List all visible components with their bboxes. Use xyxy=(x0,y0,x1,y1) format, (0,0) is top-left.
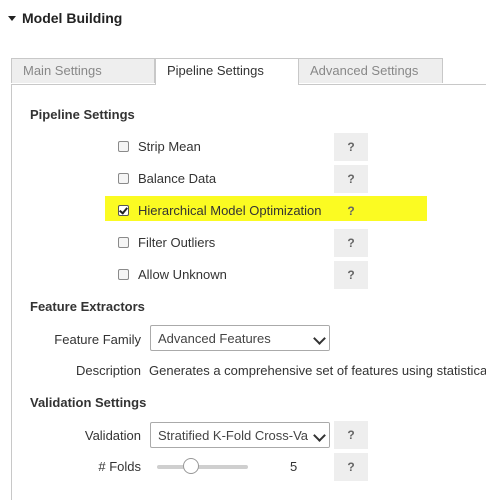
section-title: Model Building xyxy=(22,10,123,26)
tab-main-settings[interactable]: Main Settings xyxy=(11,58,155,83)
panel-border xyxy=(11,84,12,500)
filter-outliers-help-button[interactable]: ? xyxy=(334,229,368,257)
hierarchical-help-button[interactable]: ? xyxy=(334,197,368,225)
feature-family-label: Feature Family xyxy=(54,332,141,347)
feature-family-select[interactable]: Advanced Features xyxy=(150,325,330,351)
tab-advanced-settings[interactable]: Advanced Settings xyxy=(298,58,443,83)
folds-slider-thumb[interactable] xyxy=(183,458,199,474)
strip-mean-help-button[interactable]: ? xyxy=(334,133,368,161)
folds-slider-track[interactable] xyxy=(157,465,248,469)
folds-help-button[interactable]: ? xyxy=(334,453,368,481)
allow-unknown-help-button[interactable]: ? xyxy=(334,261,368,289)
validation-value: Stratified K-Fold Cross-Va xyxy=(158,427,309,443)
option-filter-outliers[interactable]: Filter Outliers xyxy=(118,232,215,252)
caret-down-icon[interactable] xyxy=(8,16,16,21)
option-label: Strip Mean xyxy=(138,138,201,154)
validation-label: Validation xyxy=(84,428,141,443)
model-building-header[interactable]: Model Building xyxy=(8,10,122,26)
folds-value: 5 xyxy=(290,459,298,474)
feature-family-value: Advanced Features xyxy=(158,330,271,346)
option-strip-mean[interactable]: Strip Mean xyxy=(118,136,201,156)
strip-mean-checkbox[interactable] xyxy=(118,140,129,152)
filter-outliers-checkbox[interactable] xyxy=(118,236,129,248)
option-balance-data[interactable]: Balance Data xyxy=(118,168,216,188)
balance-data-checkbox[interactable] xyxy=(118,172,129,184)
validation-help-button[interactable]: ? xyxy=(334,421,368,449)
validation-settings-title: Validation Settings xyxy=(30,395,147,410)
tab-pipeline-settings[interactable]: Pipeline Settings xyxy=(155,58,299,85)
description-text: Generates a comprehensive set of feature… xyxy=(149,363,486,378)
option-label: Balance Data xyxy=(138,170,217,186)
description-label: Description xyxy=(75,363,141,378)
folds-label: # Folds xyxy=(98,459,141,474)
option-hierarchical-model-optimization[interactable]: Hierarchical Model Optimization xyxy=(118,200,322,220)
option-allow-unknown[interactable]: Allow Unknown xyxy=(118,264,227,284)
pipeline-settings-title: Pipeline Settings xyxy=(30,107,135,122)
settings-tabs: Main Settings Pipeline Settings Advanced… xyxy=(11,58,486,85)
balance-data-help-button[interactable]: ? xyxy=(334,165,368,193)
feature-extractors-title: Feature Extractors xyxy=(30,299,145,314)
validation-select[interactable]: Stratified K-Fold Cross-Va xyxy=(150,422,330,448)
allow-unknown-checkbox[interactable] xyxy=(118,268,129,280)
option-label: Allow Unknown xyxy=(138,266,227,282)
hierarchical-model-optimization-checkbox[interactable] xyxy=(118,204,129,216)
option-label: Hierarchical Model Optimization xyxy=(138,202,322,218)
option-label: Filter Outliers xyxy=(138,234,216,250)
